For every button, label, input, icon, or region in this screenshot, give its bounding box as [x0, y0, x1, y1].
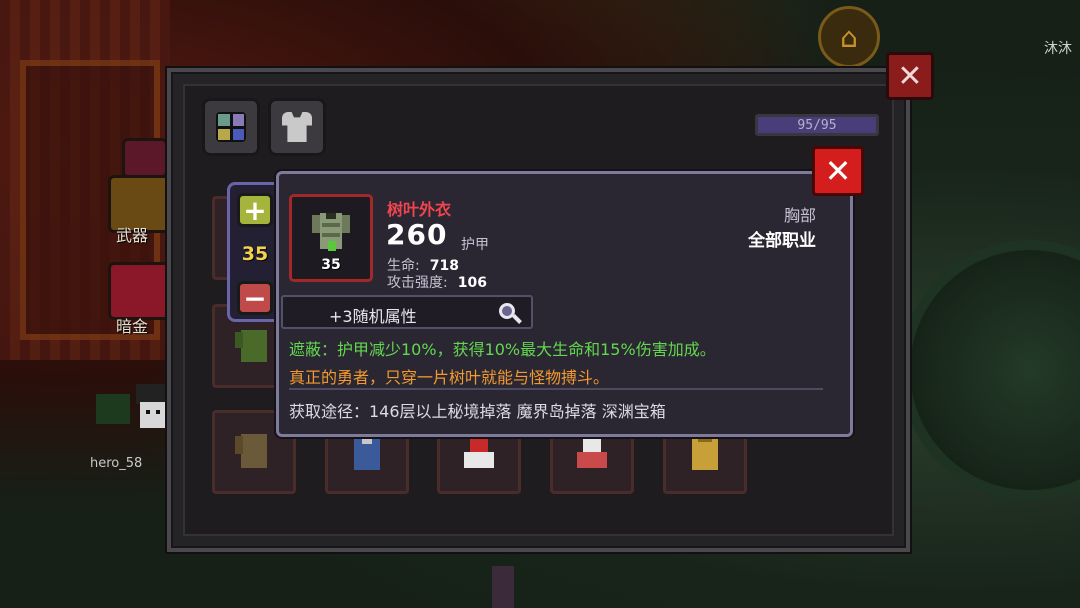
stat-attack-label: 攻击强度:: [387, 275, 448, 291]
item-tooltip: 35 树叶外衣 260 护甲 生命: 718 攻击强度: 106 胸部 全部职业 +…: [276, 171, 853, 437]
random-affix-text: +3随机属性: [329, 307, 417, 326]
player-character: [96, 384, 166, 428]
magnify-icon[interactable]: [497, 301, 523, 327]
close-icon: ✕: [897, 58, 923, 94]
increase-button[interactable]: +: [237, 193, 273, 227]
close-icon: ✕: [824, 152, 852, 190]
minus-icon: −: [243, 281, 267, 315]
divider: [289, 388, 823, 390]
item-flavor-text: 真正的勇者，只穿一片树叶就能与怪物搏斗。: [289, 368, 610, 387]
item-effect: 遮蔽：护甲减少10%，获得10%最大生命和15%伤害加成。: [289, 340, 716, 359]
dark-gold-menu-label: 暗金: [116, 317, 149, 336]
inventory-capacity-bar: 95/95: [755, 114, 879, 136]
armor-icon: [282, 112, 312, 142]
decrease-button[interactable]: −: [237, 281, 273, 315]
home-icon[interactable]: ⌂: [818, 6, 880, 68]
item-icon-frame: 35: [289, 194, 373, 282]
capacity-text: 95/95: [797, 117, 837, 133]
grid-icon: [216, 112, 246, 142]
background-portal: [900, 240, 1080, 500]
leaf-armor-icon: [235, 330, 267, 362]
armor-label: 护甲: [461, 237, 489, 253]
item-name: 树叶外衣: [387, 200, 452, 219]
player-name: hero_58: [90, 456, 143, 471]
armor-value: 260: [386, 218, 448, 251]
stat-attack: 攻击强度: 106: [387, 272, 487, 292]
dark-gold-menu-button[interactable]: [108, 262, 172, 320]
class-requirement: 全部职业: [748, 231, 816, 251]
weapon-menu-label: 武器: [116, 226, 149, 245]
item-level: 35: [321, 257, 341, 273]
random-affix-box[interactable]: +3随机属性: [281, 295, 533, 329]
leaf-armor-icon: [312, 213, 350, 251]
leather-coat-icon: [235, 434, 267, 468]
other-player-name: 沐沐: [1044, 41, 1072, 57]
background-key: [492, 566, 514, 608]
item-source: 获取途径：146层以上秘境掉落 魔界岛掉落 深渊宝箱: [289, 402, 666, 421]
tab-armor[interactable]: [268, 98, 326, 156]
stat-attack-value: 106: [457, 275, 487, 291]
close-tooltip-button[interactable]: ✕: [812, 146, 864, 196]
tab-all-items[interactable]: [202, 98, 260, 156]
plus-icon: +: [243, 193, 267, 227]
quantity-value: 35: [241, 243, 269, 265]
quantity-stepper: + 35 −: [227, 182, 283, 322]
equip-slot-type: 胸部: [783, 206, 816, 225]
close-inventory-button[interactable]: ✕: [886, 52, 934, 100]
menu-button-top[interactable]: [122, 138, 168, 178]
